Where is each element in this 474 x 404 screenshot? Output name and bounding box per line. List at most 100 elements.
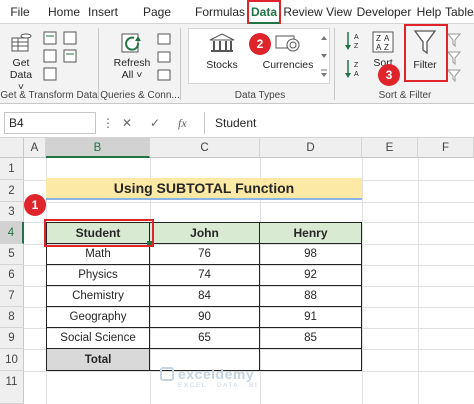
filter-funnel-icon <box>413 30 437 55</box>
step-marker-1: 1 <box>24 194 46 216</box>
fill-handle[interactable] <box>147 241 152 246</box>
gridline <box>24 202 474 203</box>
row-header-7[interactable]: 7 <box>0 286 24 307</box>
column-header-c[interactable]: C <box>150 138 260 158</box>
currency-icon <box>275 35 300 52</box>
tab-formulas[interactable]: Formulas <box>194 0 246 24</box>
row-header-9[interactable]: 9 <box>0 328 24 349</box>
gridline <box>418 158 419 404</box>
row-header-2[interactable]: 2 <box>0 180 24 202</box>
cancel-icon[interactable]: ✕ <box>122 112 132 134</box>
namebox-dropdown-icon[interactable]: ⋮ <box>102 112 114 134</box>
advanced-filter-icons[interactable] <box>446 30 464 85</box>
table-cell[interactable]: Math <box>47 244 150 265</box>
step-marker-3: 3 <box>378 64 400 86</box>
header-henry[interactable]: Henry <box>260 223 362 244</box>
total-label-cell[interactable]: Total <box>47 349 150 371</box>
column-header-f[interactable]: F <box>418 138 474 158</box>
row-header-3[interactable]: 3 <box>0 202 24 222</box>
group-label-queries: Queries & Conn... <box>100 90 180 101</box>
svg-text:A: A <box>384 34 390 43</box>
header-john[interactable]: John <box>150 223 260 244</box>
table-cell[interactable]: 88 <box>260 286 362 307</box>
row-header-4[interactable]: 4 <box>0 222 24 244</box>
sheet-title[interactable]: Using SUBTOTAL Function <box>46 178 362 200</box>
tab-view[interactable]: View <box>325 0 353 24</box>
refresh-all-button[interactable]: Refresh All ˅ <box>112 30 152 81</box>
get-data-small-icons[interactable] <box>42 30 82 85</box>
svg-text:Z: Z <box>384 43 389 52</box>
tab-review[interactable]: Review <box>283 0 323 24</box>
sort-az-button[interactable]: A Z <box>344 30 364 55</box>
table-cell[interactable]: 65 <box>150 328 260 349</box>
group-label-sort-filter: Sort & Filter <box>378 90 432 101</box>
table-cell[interactable]: 90 <box>150 307 260 328</box>
tab-page-layout[interactable]: Page Layout <box>124 0 190 43</box>
table-cell[interactable]: 84 <box>150 286 260 307</box>
exceldemy-watermark: exceldemy EXCEL · DATA · BI <box>160 366 259 389</box>
tab-file[interactable]: File <box>2 0 38 24</box>
data-source-icons <box>43 31 77 81</box>
total-henry-cell[interactable] <box>260 349 362 371</box>
column-header-e[interactable]: E <box>362 138 418 158</box>
group-label-data-types: Data Types <box>234 90 286 101</box>
table-cell[interactable]: 98 <box>260 244 362 265</box>
tab-help[interactable]: Help <box>415 0 443 24</box>
row-header-10[interactable]: 10 <box>0 349 24 371</box>
watermark-tagline: EXCEL · DATA · BI <box>178 382 259 389</box>
svg-text:Z: Z <box>354 43 359 50</box>
row-header-8[interactable]: 8 <box>0 307 24 328</box>
svg-text:A: A <box>376 43 382 52</box>
tab-developer[interactable]: Developer <box>355 0 413 24</box>
column-header-a[interactable]: A <box>24 138 46 158</box>
separator <box>98 28 99 100</box>
formula-input[interactable]: Student <box>204 112 472 134</box>
table-cell[interactable]: Chemistry <box>47 286 150 307</box>
row-header-6[interactable]: 6 <box>0 265 24 286</box>
table-cell[interactable]: Social Science <box>47 328 150 349</box>
tab-data[interactable]: Data <box>249 0 279 24</box>
currencies-label: Currencies <box>262 59 314 71</box>
ribbon: Get Data ˅ Refresh All ˅ Stocks Currenci… <box>0 24 474 104</box>
stocks-button[interactable]: Stocks <box>198 32 246 71</box>
row-header-1[interactable]: 1 <box>0 158 24 180</box>
stocks-label: Stocks <box>206 59 238 71</box>
table-cell[interactable]: 85 <box>260 328 362 349</box>
tab-home[interactable]: Home <box>44 0 84 24</box>
table-cell[interactable]: 92 <box>260 265 362 286</box>
select-all-corner[interactable] <box>0 138 24 158</box>
filter-label: Filter <box>413 59 437 71</box>
exceldemy-logo-icon <box>160 367 174 381</box>
watermark-name: exceldemy <box>178 366 255 382</box>
row-header-5[interactable]: 5 <box>0 244 24 265</box>
queries-small-icons[interactable] <box>156 32 174 85</box>
row-header-11[interactable]: 11 <box>0 371 24 404</box>
svg-text:A: A <box>354 71 359 78</box>
insert-function-icon[interactable]: fx <box>178 112 187 134</box>
column-header-d[interactable]: D <box>260 138 362 158</box>
separator <box>334 28 335 100</box>
table-cell[interactable]: 74 <box>150 265 260 286</box>
tab-insert[interactable]: Insert <box>86 0 120 24</box>
spreadsheet-grid: A B C D E F 1 2 3 4 5 6 7 8 9 10 11 Usin… <box>0 138 474 404</box>
tab-table[interactable]: Table <box>445 0 474 24</box>
name-box[interactable]: B4 <box>4 112 96 134</box>
filter-button[interactable]: Filter <box>410 28 440 71</box>
sort-ascending-icon: A Z <box>345 32 359 50</box>
queries-icons <box>157 33 171 81</box>
data-types-scroll[interactable] <box>318 30 330 82</box>
get-data-button[interactable]: Get Data ˅ <box>6 30 36 93</box>
column-header-b[interactable]: B <box>46 138 150 158</box>
svg-text:A: A <box>354 34 359 41</box>
table-cell[interactable]: 76 <box>150 244 260 265</box>
table-cell[interactable]: Physics <box>47 265 150 286</box>
table-cell[interactable]: Geography <box>47 307 150 328</box>
header-student[interactable]: Student <box>47 223 150 244</box>
get-data-label-1: Get <box>12 57 30 69</box>
sort-button[interactable]: Z A A Z Sort <box>368 30 398 69</box>
gallery-scroll-icon <box>321 36 327 77</box>
sort-descending-icon: Z A <box>345 60 359 78</box>
table-cell[interactable]: 91 <box>260 307 362 328</box>
sort-za-button[interactable]: Z A <box>344 58 364 83</box>
enter-icon[interactable]: ✓ <box>150 112 160 134</box>
